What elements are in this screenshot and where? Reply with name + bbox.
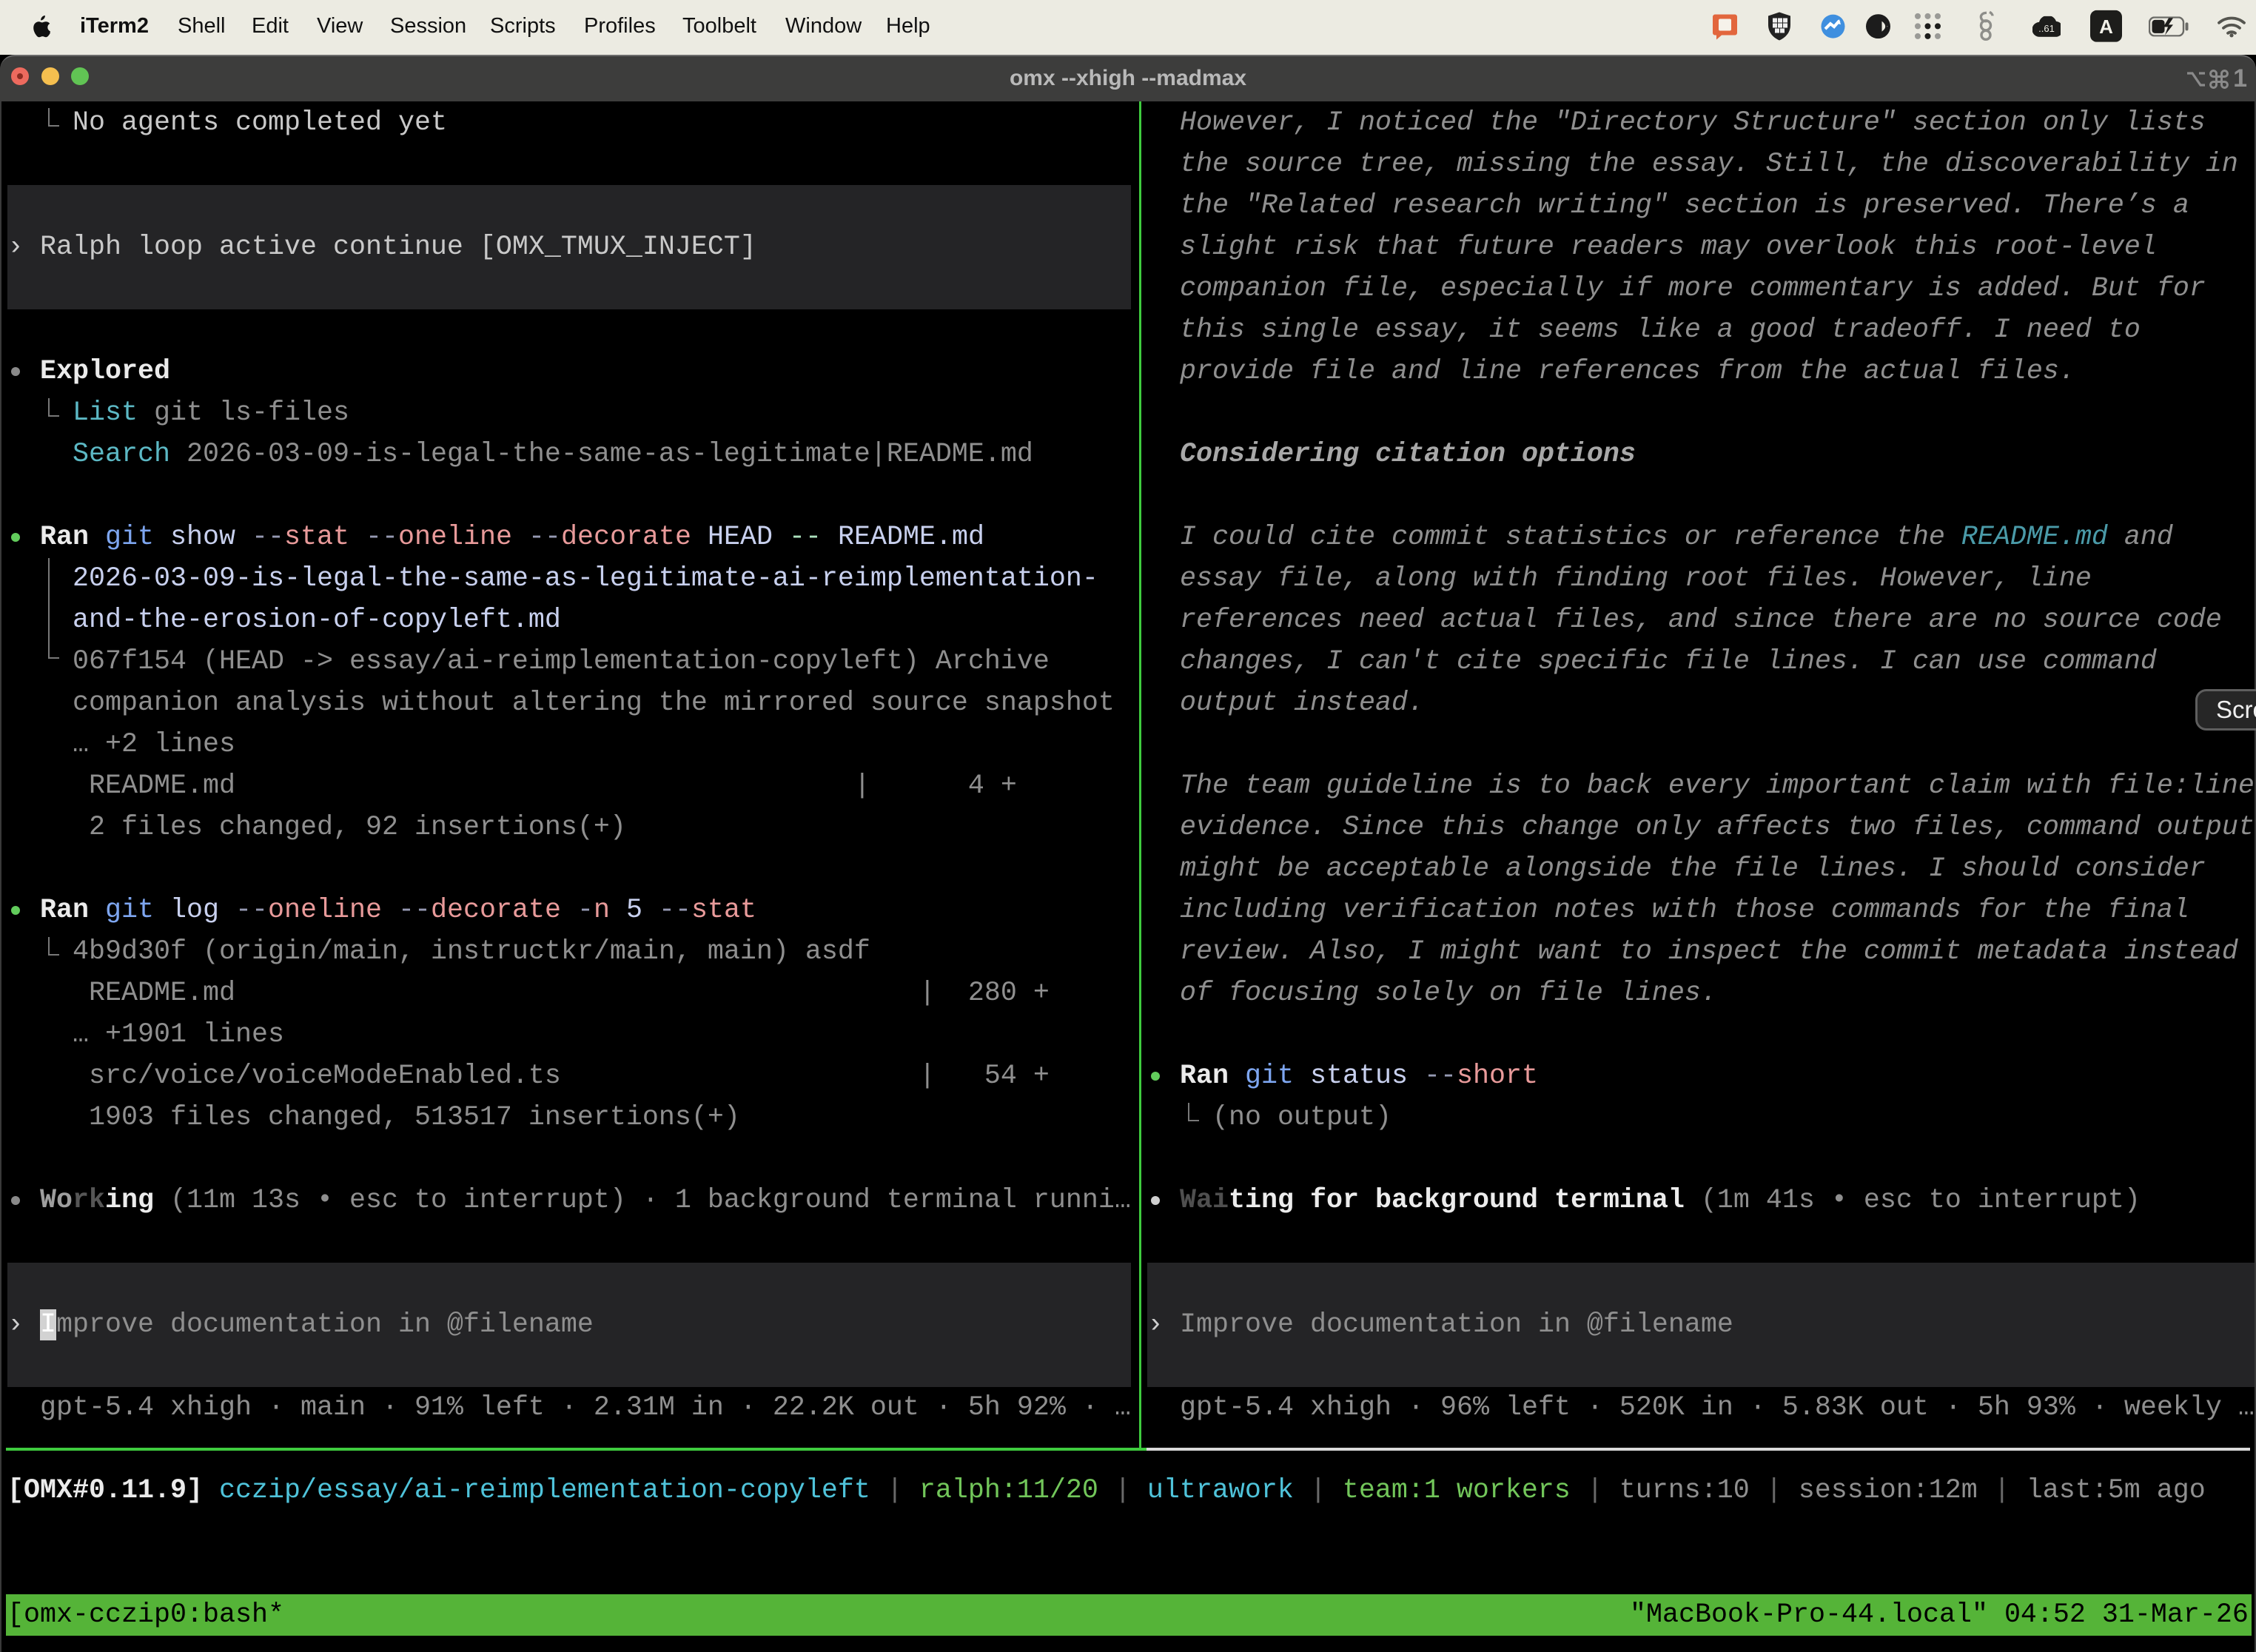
svg-text:A: A: [2099, 16, 2113, 38]
svg-text:..61: ..61: [2038, 23, 2055, 34]
